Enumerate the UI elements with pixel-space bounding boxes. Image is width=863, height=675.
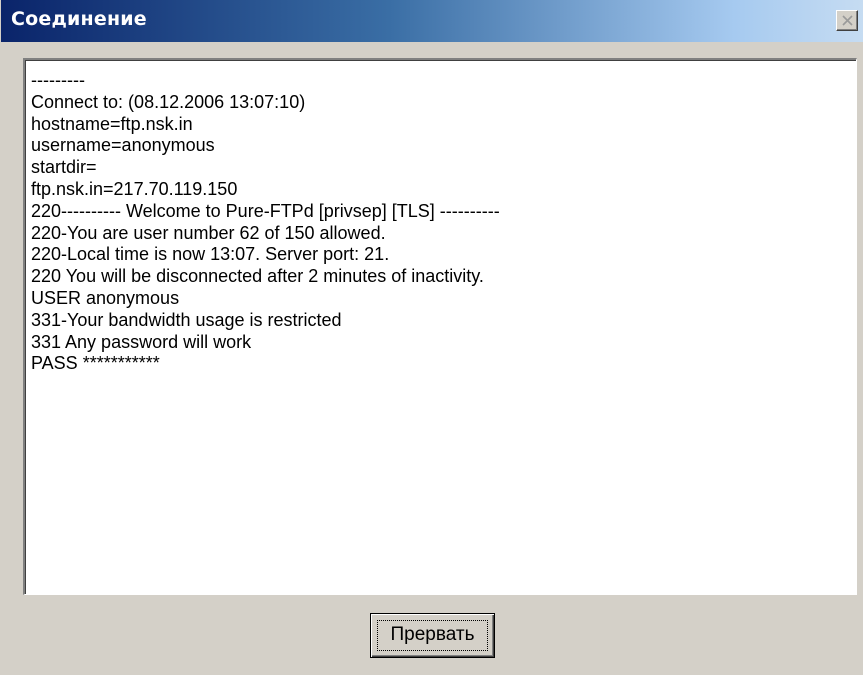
log-line: USER anonymous — [31, 287, 180, 308]
connection-dialog: Соединение --------- Connect to: (08.12.… — [0, 0, 863, 675]
abort-button-label: Прервать — [390, 624, 475, 645]
log-line: --------- — [31, 70, 85, 90]
log-line: hostname=ftp.nsk.in — [31, 113, 193, 134]
log-line: 220-Local time is now 13:07. Server port… — [31, 244, 390, 265]
log-line: username=anonymous — [31, 135, 215, 156]
log-line: 220---------- Welcome to Pure-FTPd [priv… — [31, 200, 500, 221]
log-line: 331 Any password will work — [31, 331, 252, 352]
log-line: PASS *********** — [31, 353, 160, 374]
log-line: ftp.nsk.in=217.70.119.150 — [31, 178, 238, 199]
abort-button[interactable]: Прервать — [370, 613, 495, 658]
title-bar[interactable]: Соединение — [1, 0, 863, 42]
window-title: Соединение — [11, 8, 147, 30]
close-icon — [842, 15, 853, 26]
log-line: 331-Your bandwidth usage is restricted — [31, 309, 342, 330]
log-line: startdir= — [31, 157, 97, 178]
log-line: 220 You will be disconnected after 2 min… — [31, 266, 484, 287]
connection-log[interactable]: --------- Connect to: (08.12.2006 13:07:… — [23, 58, 857, 595]
log-line: Connect to: (08.12.2006 13:07:10) — [31, 91, 306, 112]
log-line: 220-You are user number 62 of 150 allowe… — [31, 222, 386, 243]
close-button[interactable] — [836, 10, 858, 31]
